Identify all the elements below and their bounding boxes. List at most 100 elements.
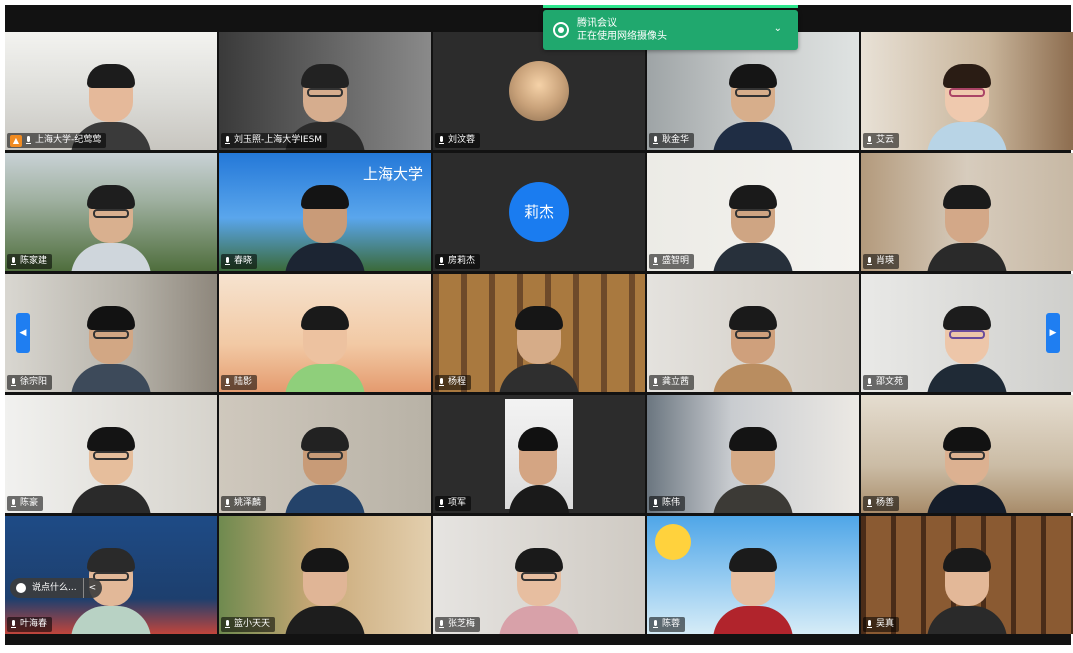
video-tile[interactable]: 杨程 bbox=[433, 274, 645, 392]
video-tile[interactable]: 肖瑛 bbox=[861, 153, 1073, 271]
participant-name: 张芝梅 bbox=[448, 619, 476, 629]
participant-label: 篮小天天 bbox=[221, 617, 276, 632]
participant-label: 吴真 bbox=[863, 617, 900, 632]
participant-label: 徐宗阳 bbox=[7, 375, 53, 390]
chevron-down-icon[interactable]: ⌄ bbox=[774, 23, 782, 34]
mic-icon bbox=[438, 136, 445, 145]
participant-name: 陈豪 bbox=[20, 498, 39, 508]
video-tile[interactable]: 陆影 bbox=[219, 274, 431, 392]
participant-label: 姚泽麟 bbox=[221, 496, 267, 511]
webcam-icon bbox=[553, 22, 569, 38]
participant-name: 邵文苑 bbox=[876, 377, 904, 387]
collapse-icon[interactable]: < bbox=[82, 578, 96, 598]
video-tile[interactable]: 张芝梅 bbox=[433, 516, 645, 634]
participant-name: 吴真 bbox=[876, 619, 895, 629]
meeting-window: ▲ 上海大学-纪莺莺 刘玉照-上海大学IESM 刘汶蓉 耿金华 艾云 陈家建 上… bbox=[5, 5, 1073, 645]
mic-icon bbox=[25, 136, 32, 145]
host-badge-icon: ▲ bbox=[10, 134, 22, 147]
participant-name: 肖瑛 bbox=[876, 256, 895, 266]
participant-label: 邵文苑 bbox=[863, 375, 909, 390]
participant-name: 艾云 bbox=[876, 135, 895, 145]
participant-name: 杨善 bbox=[876, 498, 895, 508]
mic-icon bbox=[866, 257, 873, 266]
participant-label: 盛智明 bbox=[649, 254, 695, 269]
video-tile[interactable]: 叶海春 bbox=[5, 516, 217, 634]
participant-name: 项军 bbox=[448, 498, 467, 508]
participant-name: 叶海春 bbox=[20, 619, 48, 629]
notification-app: 腾讯会议 bbox=[577, 18, 617, 29]
comment-icon bbox=[16, 583, 26, 593]
participant-name: 刘汶蓉 bbox=[448, 135, 476, 145]
participant-name: 耿金华 bbox=[662, 135, 690, 145]
video-tile[interactable]: ▲ 上海大学-纪莺莺 bbox=[5, 32, 217, 150]
participant-label: 叶海春 bbox=[7, 617, 53, 632]
mic-icon bbox=[224, 136, 231, 145]
video-tile[interactable]: 陈家建 bbox=[5, 153, 217, 271]
video-tile[interactable]: 吴真 bbox=[861, 516, 1073, 634]
participant-label: 张芝梅 bbox=[435, 617, 481, 632]
mic-icon bbox=[652, 136, 659, 145]
mic-icon bbox=[10, 257, 17, 266]
participant-label: 杨程 bbox=[435, 375, 472, 390]
participant-label: ▲ 上海大学-纪莺莺 bbox=[7, 133, 107, 148]
video-tile[interactable]: 上海大学 春晓 bbox=[219, 153, 431, 271]
notification-accent bbox=[543, 5, 798, 8]
participant-label: 艾云 bbox=[863, 133, 900, 148]
mic-icon bbox=[652, 499, 659, 508]
video-tile[interactable]: 莉杰 房莉杰 bbox=[433, 153, 645, 271]
video-tile[interactable]: 杨善 bbox=[861, 395, 1073, 513]
mic-icon bbox=[866, 378, 873, 387]
video-tile[interactable]: 篮小天天 bbox=[219, 516, 431, 634]
mic-icon bbox=[866, 499, 873, 508]
video-grid: ▲ 上海大学-纪莺莺 刘玉照-上海大学IESM 刘汶蓉 耿金华 艾云 陈家建 上… bbox=[5, 32, 1073, 634]
video-tile[interactable]: 陈伟 bbox=[647, 395, 859, 513]
participant-name: 房莉杰 bbox=[448, 256, 476, 266]
video-tile[interactable]: 项军 bbox=[433, 395, 645, 513]
video-tile[interactable]: 徐宗阳 bbox=[5, 274, 217, 392]
participant-name: 春晓 bbox=[234, 256, 253, 266]
notification-message: 正在使用网络摄像头 bbox=[577, 31, 667, 42]
participant-label: 房莉杰 bbox=[435, 254, 481, 269]
participant-name: 龚立茜 bbox=[662, 377, 690, 387]
sun-icon bbox=[655, 524, 691, 560]
mic-icon bbox=[10, 620, 17, 629]
participant-label: 杨善 bbox=[863, 496, 900, 511]
notification-text: 腾讯会议 正在使用网络摄像头 bbox=[577, 17, 667, 43]
mic-icon bbox=[652, 620, 659, 629]
participant-label: 刘玉照-上海大学IESM bbox=[221, 133, 328, 148]
video-tile[interactable]: 陈蓉 bbox=[647, 516, 859, 634]
video-tile[interactable]: 邵文苑 bbox=[861, 274, 1073, 392]
mic-icon bbox=[438, 257, 445, 266]
avatar: 莉杰 bbox=[509, 182, 569, 242]
participant-label: 刘汶蓉 bbox=[435, 133, 481, 148]
mic-icon bbox=[10, 499, 17, 508]
participant-name: 陈蓉 bbox=[662, 619, 681, 629]
participant-label: 肖瑛 bbox=[863, 254, 900, 269]
mic-icon bbox=[438, 620, 445, 629]
video-tile[interactable]: 姚泽麟 bbox=[219, 395, 431, 513]
participant-label: 项军 bbox=[435, 496, 472, 511]
participant-label: 陈蓉 bbox=[649, 617, 686, 632]
participant-name: 刘玉照-上海大学IESM bbox=[234, 135, 323, 145]
next-page-button[interactable]: ▶ bbox=[1046, 313, 1060, 353]
mic-icon bbox=[438, 378, 445, 387]
mic-icon bbox=[866, 620, 873, 629]
participant-label: 耿金华 bbox=[649, 133, 695, 148]
prev-page-button[interactable]: ◀ bbox=[16, 313, 30, 353]
camera-notification[interactable]: 腾讯会议 正在使用网络摄像头 ⌄ bbox=[543, 10, 798, 50]
video-tile[interactable]: 艾云 bbox=[861, 32, 1073, 150]
mic-icon bbox=[224, 499, 231, 508]
participant-label: 陈伟 bbox=[649, 496, 686, 511]
participant-name: 上海大学-纪莺莺 bbox=[35, 135, 102, 145]
participant-name: 盛智明 bbox=[662, 256, 690, 266]
mic-icon bbox=[866, 136, 873, 145]
video-tile[interactable]: 盛智明 bbox=[647, 153, 859, 271]
chat-input-pill[interactable]: 说点什么... < bbox=[10, 578, 103, 598]
participant-label: 陈家建 bbox=[7, 254, 53, 269]
participant-label: 陆影 bbox=[221, 375, 258, 390]
video-tile[interactable]: 刘玉照-上海大学IESM bbox=[219, 32, 431, 150]
video-tile[interactable]: 龚立茜 bbox=[647, 274, 859, 392]
video-tile[interactable]: 陈豪 bbox=[5, 395, 217, 513]
mic-icon bbox=[652, 257, 659, 266]
avatar bbox=[509, 61, 569, 121]
